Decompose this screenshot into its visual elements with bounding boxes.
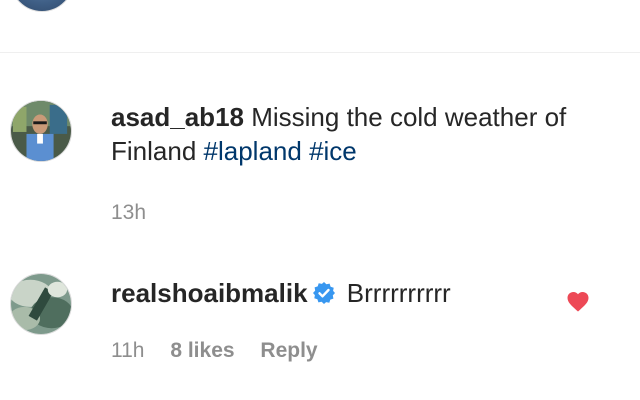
avatar[interactable]	[10, 100, 72, 162]
divider	[0, 52, 640, 53]
comment-text: asad_ab18 Missing the cold weather of Fi…	[111, 100, 611, 168]
comment-meta: 13h	[111, 200, 166, 226]
username-link[interactable]: realshoaibmalik	[111, 278, 308, 308]
comment-meta: 11h 8 likes Reply	[111, 338, 338, 364]
verified-badge-icon	[312, 282, 335, 304]
reply-button[interactable]: Reply	[260, 339, 317, 362]
timestamp[interactable]: 13h	[111, 201, 146, 224]
timestamp[interactable]: 11h	[111, 339, 144, 362]
likes-count-button[interactable]: 8 likes	[170, 339, 234, 362]
username-link[interactable]: asad_ab18	[111, 102, 244, 132]
comment-text: realshoaibmalik Brrrrrrrrrr	[111, 276, 611, 310]
comments-panel: asad_ab18 Missing the cold weather of Fi…	[0, 0, 640, 400]
hashtag-link[interactable]: #lapland	[204, 136, 302, 166]
avatar[interactable]	[10, 273, 72, 335]
hashtag-link[interactable]: #ice	[309, 136, 357, 166]
avatar[interactable]	[10, 0, 74, 12]
comment-body: Brrrrrrrrrr	[346, 278, 451, 308]
heart-icon[interactable]	[566, 290, 590, 312]
